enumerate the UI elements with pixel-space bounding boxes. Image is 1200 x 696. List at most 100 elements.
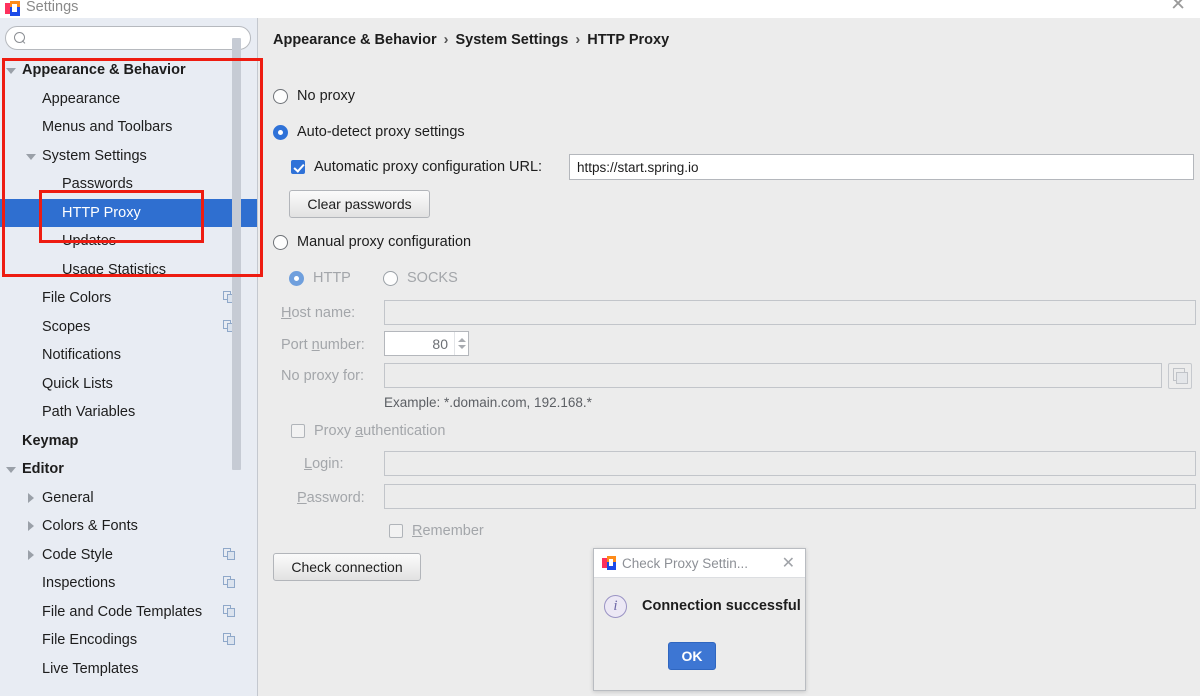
sidebar-item-quick-lists[interactable]: Quick Lists [0,370,257,399]
sidebar-item-editor[interactable]: Editor [0,455,257,484]
sidebar-item-label: Editor [22,461,64,478]
sidebar-scrollbar-thumb[interactable] [232,38,241,470]
sidebar-item-usage-statistics[interactable]: Usage Statistics [0,256,257,285]
spinner-arrows-icon[interactable] [454,332,468,355]
http-option[interactable]: HTTP [289,270,351,286]
breadcrumb-separator-1: › [443,32,449,48]
sidebar-item-scopes[interactable]: Scopes [0,313,257,342]
manual-proxy-option[interactable]: Manual proxy configuration [273,234,471,250]
settings-window: Settings ✕ Appearance & Behavior Appearan… [0,0,1200,696]
ok-button-label: OK [681,648,703,664]
port-number-label-b: umber: [319,337,365,353]
settings-tree[interactable]: Appearance & Behavior Appearance Menus and… [0,56,257,696]
chevron-down-icon[interactable] [4,63,18,77]
info-icon: i [604,595,627,618]
auto-config-url-field[interactable]: https://start.spring.io [569,154,1194,180]
clear-passwords-label: Clear passwords [307,196,412,212]
socks-radio[interactable] [383,270,398,286]
sidebar-item-general[interactable]: General [0,484,257,513]
proxy-authentication-checkbox[interactable] [291,424,305,438]
sidebar-item-menus-and-toolbars[interactable]: Menus and Toolbars [0,113,257,142]
close-icon[interactable]: ✕ [782,553,795,572]
check-proxy-settings-dialog: Check Proxy Settin... ✕ i Connection suc… [593,548,806,691]
sidebar-item-http-proxy[interactable]: HTTP Proxy [0,198,257,227]
sidebar-item-inspections[interactable]: Inspections [0,569,257,598]
port-number-spinner[interactable]: 80 [384,331,469,356]
search-icon [14,31,27,45]
clear-passwords-button[interactable]: Clear passwords [289,190,430,218]
dialog-titlebar: Check Proxy Settin... ✕ [594,549,805,578]
login-label-rest: ogin: [312,456,344,472]
search-input[interactable] [32,29,232,47]
remember-label: Remember [412,523,484,539]
host-name-label: Host name: [281,305,356,321]
sidebar-item-live-templates[interactable]: Live Templates [0,655,257,684]
port-number-label: Port number: [281,337,365,353]
auto-detect-option[interactable]: Auto-detect proxy settings [273,124,465,140]
sidebar-item-code-style[interactable]: Code Style [0,541,257,570]
no-proxy-option[interactable]: No proxy [273,88,355,104]
sidebar-item-label: Notifications [42,347,121,364]
remember-checkbox[interactable] [389,524,403,538]
sidebar-item-system-settings[interactable]: System Settings [0,142,257,171]
copy-icon[interactable] [223,604,236,618]
auto-detect-radio[interactable] [273,124,288,140]
dialog-body: i Connection successful OK [594,578,805,692]
sidebar-item-label: File Encodings [42,632,138,649]
sidebar-item-appearance-behavior[interactable]: Appearance & Behavior [0,56,257,85]
sidebar-item-label: Usage Statistics [62,261,166,278]
sidebar-item-colors-fonts[interactable]: Colors & Fonts [0,512,257,541]
sidebar-item-path-variables[interactable]: Path Variables [0,398,257,427]
intellij-logo-icon [5,0,20,16]
sidebar-item-file-colors[interactable]: File Colors [0,284,257,313]
sidebar-item-file-encodings[interactable]: File Encodings [0,626,257,655]
copy-icon[interactable] [223,576,236,589]
sidebar-item-updates[interactable]: Updates [0,227,257,256]
socks-option[interactable]: SOCKS [383,270,458,286]
window-title: Settings [26,0,79,15]
login-field[interactable] [384,451,1196,476]
host-name-field[interactable] [384,300,1196,325]
sidebar-item-passwords[interactable]: Passwords [0,170,257,199]
sidebar-item-file-and-code-templates[interactable]: File and Code Templates [0,598,257,627]
sidebar-item-label: Quick Lists [42,375,113,392]
chevron-right-icon[interactable] [24,519,38,533]
port-number-value: 80 [432,335,448,352]
sidebar-item-label: Menus and Toolbars [42,119,173,136]
copy-icon[interactable] [223,633,236,646]
check-connection-button[interactable]: Check connection [273,553,421,581]
no-proxy-radio[interactable] [273,88,288,104]
search-box[interactable] [5,26,251,50]
close-icon[interactable]: ✕ [1170,0,1186,15]
no-proxy-for-label: No proxy for: [281,368,364,384]
host-name-label-rest: ost name: [291,305,356,321]
auto-config-url-option[interactable]: Automatic proxy configuration URL: [291,159,542,175]
sidebar-item-label: Passwords [62,176,133,193]
auto-config-url-label: Automatic proxy configuration URL: [314,159,543,175]
chevron-right-icon[interactable] [24,548,38,562]
ok-button[interactable]: OK [668,642,716,670]
breadcrumb-part-2: System Settings [455,32,569,48]
sidebar-item-notifications[interactable]: Notifications [0,341,257,370]
login-label: Login: [304,456,344,472]
sidebar-item-appearance[interactable]: Appearance [0,85,257,114]
remember-option[interactable]: Remember [389,523,484,539]
browse-folder-icon[interactable] [1168,363,1192,389]
sidebar-item-label: Updates [62,233,117,250]
manual-proxy-radio[interactable] [273,234,288,250]
sidebar-scrollbar-track[interactable] [232,18,249,658]
password-label: Password: [297,490,365,506]
chevron-down-icon[interactable] [4,462,18,476]
http-label: HTTP [313,270,351,286]
copy-icon[interactable] [223,547,236,561]
no-proxy-for-field[interactable] [384,363,1162,388]
http-radio[interactable] [289,270,304,286]
auto-config-url-checkbox[interactable] [291,160,305,174]
search-field-wrapper [5,26,251,50]
proxy-authentication-option[interactable]: Proxy authentication [291,423,445,439]
chevron-right-icon[interactable] [24,491,38,505]
chevron-down-icon[interactable] [24,149,38,163]
check-connection-label: Check connection [291,559,403,575]
sidebar-item-keymap[interactable]: Keymap [0,427,257,456]
password-field[interactable] [384,484,1196,509]
